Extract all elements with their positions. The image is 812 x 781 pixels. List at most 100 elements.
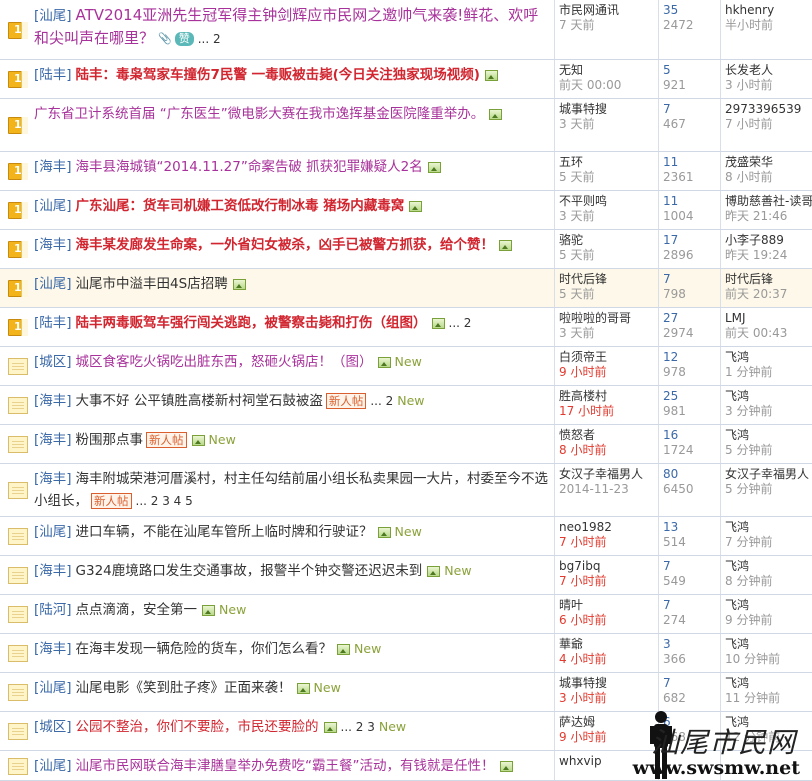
last-post-time[interactable]: 前天 20:37: [725, 287, 810, 302]
thread-title-link[interactable]: 粉围那点事: [76, 432, 144, 448]
author-link[interactable]: 骆驼: [559, 233, 656, 248]
thread-title-link[interactable]: 进口车辆，不能在汕尾车管所上临时牌和行驶证？: [76, 524, 373, 540]
last-post-time[interactable]: 5 分钟前: [725, 482, 810, 497]
thread-title-link[interactable]: 大事不好 公平镇胜高楼新村祠堂石鼓被盗: [76, 393, 323, 409]
thread-title-link[interactable]: 广东省卫计系统首届 “广东医生”微电影大赛在我市逸挥基金医院隆重举办。: [34, 106, 484, 122]
last-poster-link[interactable]: 飞鸿: [725, 637, 810, 652]
last-poster-link[interactable]: 2973396539: [725, 102, 810, 117]
thread-title-link[interactable]: 陆丰：毒枭驾家车撞伤7民警 一毒贩被击毙(今日关注独家现场视频): [76, 67, 480, 83]
author-link[interactable]: 城事特搜: [559, 102, 656, 117]
thread-title-link[interactable]: 汕尾市中溢丰田4S店招聘: [76, 276, 228, 292]
page-links[interactable]: ... 2: [449, 316, 472, 330]
reply-count[interactable]: 17: [663, 233, 718, 248]
last-poster-link[interactable]: 飞鸿: [725, 389, 810, 404]
forum-link[interactable]: [汕尾]: [34, 524, 72, 540]
hot-thread-folder-icon[interactable]: [8, 202, 28, 219]
forum-link[interactable]: [海丰]: [34, 237, 72, 253]
reply-count[interactable]: 11: [663, 155, 718, 170]
author-link[interactable]: 城事特搜: [559, 676, 656, 691]
last-poster-link[interactable]: 飞鸿: [725, 598, 810, 613]
forum-link[interactable]: [陆丰]: [34, 315, 72, 331]
last-poster-link[interactable]: 飞鸿: [725, 428, 810, 443]
last-poster-link[interactable]: 博助慈善社-读哥: [725, 194, 812, 209]
last-post-time[interactable]: 前天 00:43: [725, 326, 810, 341]
hot-thread-folder-icon[interactable]: [8, 71, 28, 88]
last-post-time[interactable]: 7 小时前: [725, 117, 810, 132]
last-post-time[interactable]: 8 分钟前: [725, 574, 810, 589]
forum-link[interactable]: [汕尾]: [34, 8, 72, 24]
last-post-time[interactable]: 半小时前: [725, 18, 810, 33]
author-link[interactable]: 胜高楼村: [559, 389, 656, 404]
reply-count[interactable]: 7: [663, 102, 718, 117]
hot-thread-folder-icon[interactable]: [8, 241, 28, 258]
reply-count[interactable]: 80: [663, 467, 718, 482]
forum-link[interactable]: [汕尾]: [34, 758, 72, 774]
reply-count[interactable]: 7: [663, 272, 718, 287]
thread-title-link[interactable]: G324鹿境路口发生交通事故，报警半个钟交警还迟迟未到: [76, 563, 423, 579]
author-link[interactable]: neo1982: [559, 520, 656, 535]
reply-count[interactable]: 16: [663, 428, 718, 443]
thread-folder-icon[interactable]: [8, 567, 28, 584]
thread-title-link[interactable]: 公园不整治，你们不要脸，市民还要脸的: [76, 719, 319, 735]
author-link[interactable]: 白须帝王: [559, 350, 656, 365]
thread-folder-icon[interactable]: [8, 684, 28, 701]
thread-title-link[interactable]: 汕尾电影《笑到肚子疼》正面来袭！: [76, 680, 292, 696]
reply-count[interactable]: 27: [663, 311, 718, 326]
forum-link[interactable]: [海丰]: [34, 393, 72, 409]
forum-link[interactable]: [汕尾]: [34, 198, 72, 214]
thread-title-link[interactable]: 海丰县海城镇“2014.11.27”命案告破 抓获犯罪嫌疑人2名: [76, 159, 423, 175]
thread-title-link[interactable]: 海丰某发廊发生命案，一外省妇女被杀，凶手已被警方抓获，给个赞！: [76, 237, 495, 253]
hot-thread-folder-icon[interactable]: [8, 319, 28, 336]
reply-count[interactable]: 12: [663, 350, 718, 365]
forum-link[interactable]: [海丰]: [34, 432, 72, 448]
last-poster-link[interactable]: 时代后锋: [725, 272, 810, 287]
last-poster-link[interactable]: 飞鸿: [725, 676, 810, 691]
last-poster-link[interactable]: 女汉子幸福男人: [725, 467, 810, 482]
hot-thread-folder-icon[interactable]: [8, 22, 28, 39]
hot-thread-folder-icon[interactable]: [8, 280, 28, 297]
reply-count[interactable]: 25: [663, 389, 718, 404]
last-post-time[interactable]: 5 分钟前: [725, 443, 810, 458]
thread-folder-icon[interactable]: [8, 528, 28, 545]
thread-title-link[interactable]: 广东汕尾：货车司机嫌工资低改行制冰毒 猪场内藏毒窝: [76, 198, 405, 214]
thread-folder-icon[interactable]: [8, 645, 28, 662]
author-link[interactable]: 愤怒者: [559, 428, 656, 443]
last-poster-link[interactable]: 小李子889: [725, 233, 810, 248]
forum-link[interactable]: [城区]: [34, 719, 72, 735]
reply-count[interactable]: 5: [663, 63, 718, 78]
forum-link[interactable]: [汕尾]: [34, 680, 72, 696]
forum-link[interactable]: [陆河]: [34, 602, 72, 618]
page-links[interactable]: ... 2 3 4 5: [136, 494, 193, 508]
reply-count[interactable]: 7: [663, 598, 718, 613]
page-links[interactable]: ... 2 3: [341, 720, 375, 734]
last-post-time[interactable]: 7 分钟前: [725, 535, 810, 550]
last-post-time[interactable]: 1 分钟前: [725, 365, 810, 380]
author-link[interactable]: 无知: [559, 63, 656, 78]
author-link[interactable]: 啦啦啦的哥哥: [559, 311, 656, 326]
last-poster-link[interactable]: 长发老人: [725, 63, 810, 78]
forum-link[interactable]: [城区]: [34, 354, 72, 370]
author-link[interactable]: 晴叶: [559, 598, 656, 613]
thread-folder-icon[interactable]: [8, 606, 28, 623]
author-link[interactable]: 華爺: [559, 637, 656, 652]
reply-count[interactable]: 7: [663, 559, 718, 574]
last-post-time[interactable]: 3 小时前: [725, 78, 810, 93]
reply-count[interactable]: 35: [663, 3, 718, 18]
thread-folder-icon[interactable]: [8, 436, 28, 453]
reply-count[interactable]: 3: [663, 637, 718, 652]
hot-thread-folder-icon[interactable]: [8, 163, 28, 180]
thread-title-link[interactable]: 城区食客吃火锅吃出脏东西，怒砸火锅店！（图）: [76, 354, 373, 370]
last-post-time[interactable]: 昨天 19:24: [725, 248, 810, 263]
reply-count[interactable]: 11: [663, 194, 718, 209]
page-links[interactable]: ... 2: [370, 394, 393, 408]
forum-link[interactable]: [海丰]: [34, 641, 72, 657]
thread-title-link[interactable]: ATV2014亚洲先生冠军得主钟剑辉应市民网之邀帅气来袭!鲜花、欢呼和尖叫声在哪…: [34, 6, 538, 47]
last-post-time[interactable]: 昨天 21:46: [725, 209, 810, 224]
last-poster-link[interactable]: LMJ: [725, 311, 810, 326]
thread-folder-icon[interactable]: [8, 723, 28, 740]
forum-link[interactable]: [海丰]: [34, 471, 72, 487]
author-link[interactable]: 时代后锋: [559, 272, 656, 287]
reply-count[interactable]: 13: [663, 520, 718, 535]
last-poster-link[interactable]: 茂盛荣华: [725, 155, 810, 170]
thread-title-link[interactable]: 汕尾市民网联合海丰津膳皇举办免费吃“霸王餐”活动，有钱就是任性！: [76, 758, 495, 774]
